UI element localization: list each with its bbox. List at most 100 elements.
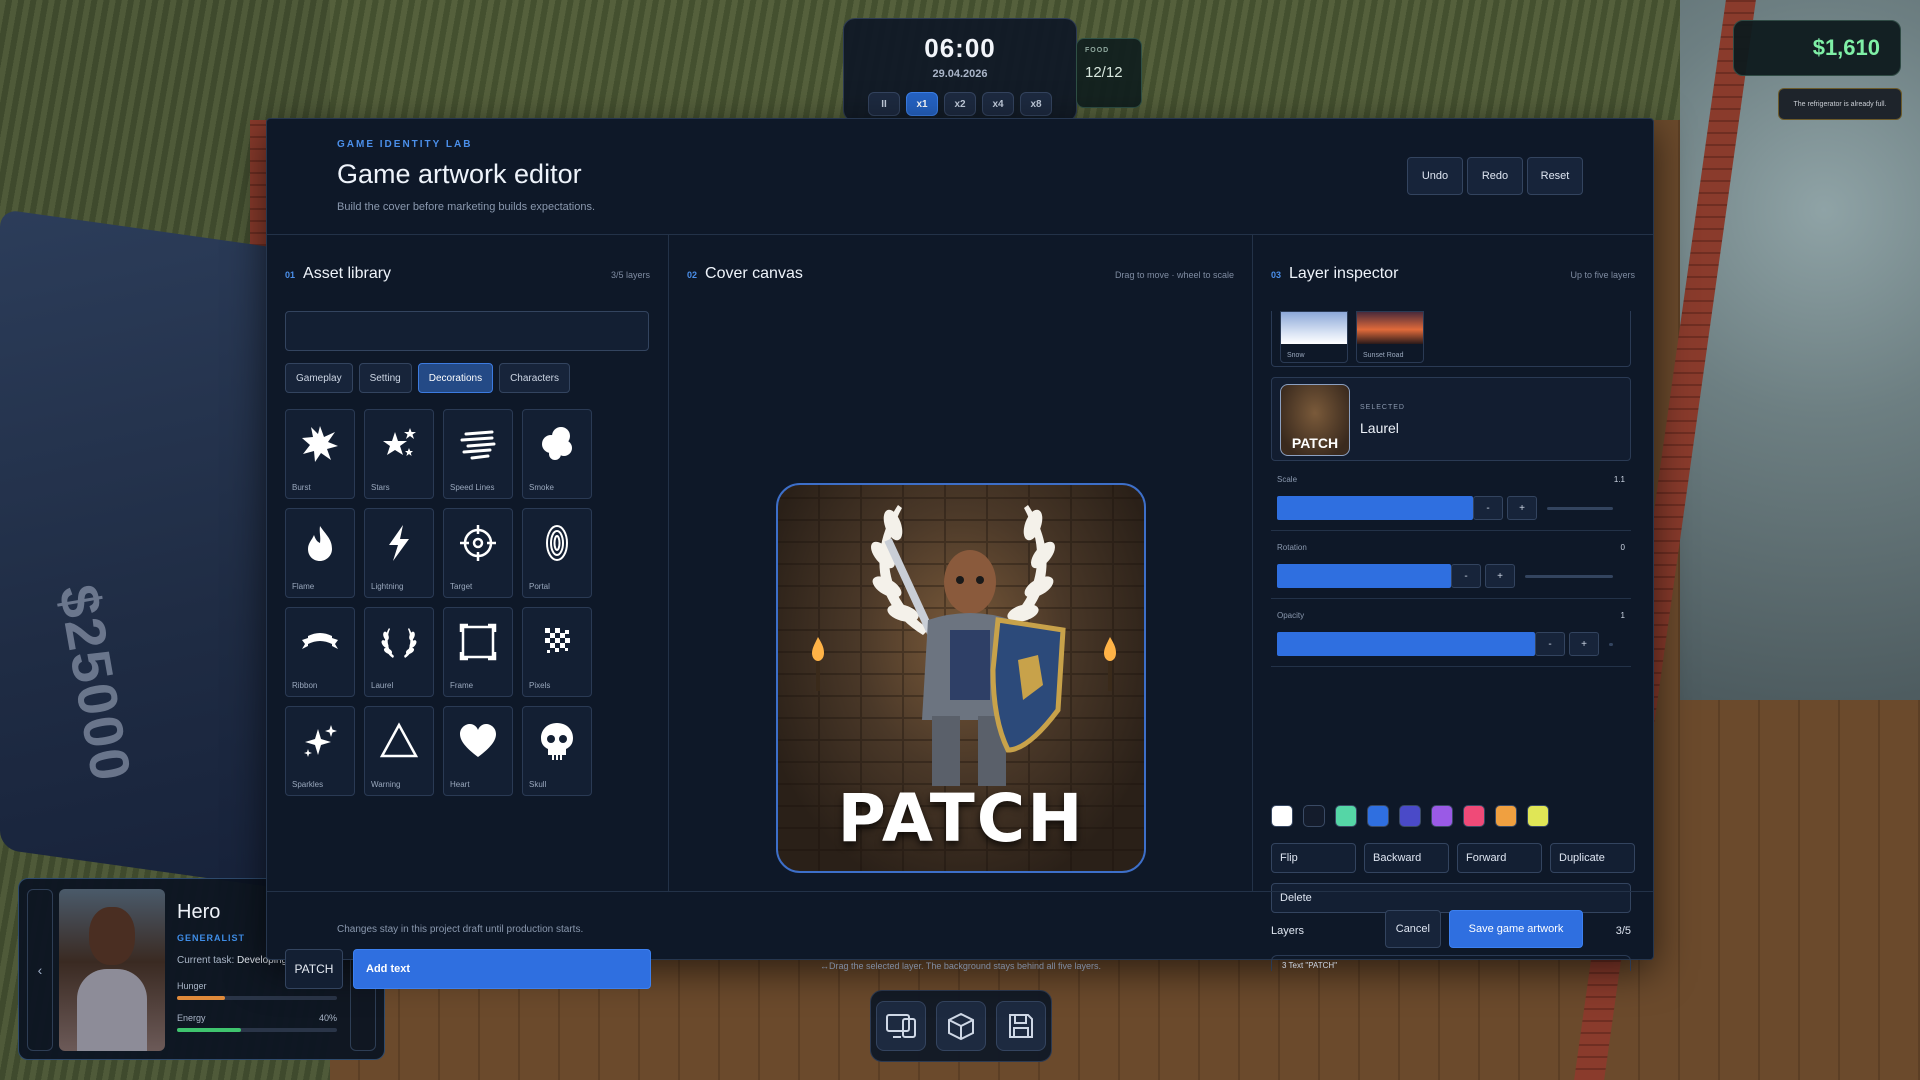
rotation-decrease-button[interactable]: - bbox=[1451, 564, 1481, 588]
asset-heart[interactable]: Heart bbox=[443, 706, 513, 796]
scale-slider[interactable] bbox=[1277, 496, 1473, 520]
panel-number: 03 bbox=[1271, 270, 1282, 280]
speed-x8-button[interactable]: x8 bbox=[1020, 92, 1052, 116]
torch-right-icon bbox=[1104, 637, 1116, 691]
money-value: $1,610 bbox=[1812, 35, 1880, 60]
duplicate-button[interactable]: Duplicate bbox=[1550, 843, 1635, 873]
color-swatch[interactable] bbox=[1399, 805, 1421, 827]
knight-character-icon[interactable] bbox=[858, 520, 1078, 810]
selected-layer-thumbnail: PATCH bbox=[1280, 384, 1350, 456]
stars-icon bbox=[383, 428, 416, 456]
undo-button[interactable]: Undo bbox=[1407, 157, 1463, 195]
cancel-button[interactable]: Cancel bbox=[1384, 910, 1441, 948]
asset-target[interactable]: Target bbox=[443, 508, 513, 598]
selected-label: SELECTED bbox=[1360, 404, 1405, 411]
cover-artwork[interactable]: PATCH bbox=[776, 483, 1146, 873]
laurel-icon bbox=[381, 628, 417, 658]
canvas-hint: Drag to move · wheel to scale bbox=[1114, 270, 1234, 280]
color-swatches bbox=[1271, 805, 1549, 827]
tab-setting[interactable]: Setting bbox=[358, 363, 412, 393]
opacity-increase-button[interactable]: + bbox=[1569, 632, 1599, 656]
asset-grid: Burst Stars Speed Lines Smoke Flame Ligh… bbox=[285, 409, 592, 796]
chevron-left-icon: ‹ bbox=[37, 962, 43, 978]
heart-icon bbox=[460, 724, 496, 757]
cover-canvas-panel: 02 Cover canvas Drag to move · wheel to … bbox=[669, 235, 1253, 971]
opacity-slider[interactable] bbox=[1277, 632, 1535, 656]
asset-smoke[interactable]: Smoke bbox=[522, 409, 592, 499]
cover-text-layer[interactable]: PATCH bbox=[778, 780, 1144, 857]
rotation-range[interactable] bbox=[1525, 575, 1613, 578]
color-swatch[interactable] bbox=[1335, 805, 1357, 827]
color-swatch[interactable] bbox=[1303, 805, 1325, 827]
color-swatch[interactable] bbox=[1495, 805, 1517, 827]
asset-library-panel: 01 Asset library 3/5 layers Gameplay Set… bbox=[267, 235, 669, 989]
rotation-slider[interactable] bbox=[1277, 564, 1451, 588]
scale-decrease-button[interactable]: - bbox=[1473, 496, 1503, 520]
bottom-toolbar bbox=[870, 990, 1052, 1062]
box-icon bbox=[948, 1012, 974, 1041]
food-panel: FOOD 12/12 bbox=[1076, 38, 1142, 108]
food-label: FOOD bbox=[1085, 47, 1110, 54]
package-button[interactable] bbox=[936, 1001, 986, 1051]
hero-prev-button[interactable]: ‹ bbox=[27, 889, 53, 1051]
tab-gameplay[interactable]: Gameplay bbox=[285, 363, 353, 393]
asset-flame[interactable]: Flame bbox=[285, 508, 355, 598]
category-tabs: Gameplay Setting Decorations Characters bbox=[285, 363, 570, 393]
asset-warning[interactable]: Warning bbox=[364, 706, 434, 796]
asset-burst[interactable]: Burst bbox=[285, 409, 355, 499]
background-sunset-road[interactable]: Sunset Road bbox=[1356, 311, 1424, 363]
layer-count-hint: 3/5 layers bbox=[610, 270, 650, 280]
rotation-increase-button[interactable]: + bbox=[1485, 564, 1515, 588]
asset-ribbon[interactable]: Ribbon bbox=[285, 607, 355, 697]
energy-bar-fill bbox=[177, 1028, 241, 1032]
floppy-disk-icon bbox=[1009, 1014, 1033, 1038]
scale-range[interactable] bbox=[1547, 507, 1613, 510]
color-swatch[interactable] bbox=[1367, 805, 1389, 827]
asset-frame[interactable]: Frame bbox=[443, 607, 513, 697]
background-snow[interactable]: Snow bbox=[1280, 311, 1348, 363]
speed-x2-button[interactable]: x2 bbox=[944, 92, 976, 116]
speed-x4-button[interactable]: x4 bbox=[982, 92, 1014, 116]
burst-icon bbox=[302, 426, 338, 462]
scale-increase-button[interactable]: + bbox=[1507, 496, 1537, 520]
footer-note: Changes stay in this project draft until… bbox=[337, 924, 584, 935]
panel-title: Asset library bbox=[303, 265, 392, 282]
save-game-button[interactable] bbox=[996, 1001, 1046, 1051]
opacity-control: Opacity 1 - + bbox=[1271, 611, 1631, 667]
background-list: Snow Sunset Road bbox=[1271, 311, 1631, 367]
speed-x1-button[interactable]: x1 bbox=[906, 92, 938, 116]
color-swatch[interactable] bbox=[1271, 805, 1293, 827]
asset-pixels[interactable]: Pixels bbox=[522, 607, 592, 697]
asset-lightning[interactable]: Lightning bbox=[364, 508, 434, 598]
flip-button[interactable]: Flip bbox=[1271, 843, 1356, 873]
asset-skull[interactable]: Skull bbox=[522, 706, 592, 796]
redo-button[interactable]: Redo bbox=[1467, 157, 1523, 195]
notification-toast: The refrigerator is already full. bbox=[1778, 88, 1902, 120]
color-swatch[interactable] bbox=[1527, 805, 1549, 827]
opacity-decrease-button[interactable]: - bbox=[1535, 632, 1565, 656]
inspector-hint: Up to five layers bbox=[1570, 270, 1635, 280]
tab-characters[interactable]: Characters bbox=[499, 363, 570, 393]
asset-stars[interactable]: Stars bbox=[364, 409, 434, 499]
hero-stat-energy: Energy 40% bbox=[177, 1013, 337, 1032]
opacity-range[interactable] bbox=[1609, 643, 1613, 646]
backward-button[interactable]: Backward bbox=[1364, 843, 1449, 873]
reset-button[interactable]: Reset bbox=[1527, 157, 1583, 195]
asset-sparkles[interactable]: Sparkles bbox=[285, 706, 355, 796]
smoke-icon bbox=[542, 427, 572, 460]
skull-icon bbox=[541, 723, 573, 760]
panel-title: Layer inspector bbox=[1289, 265, 1399, 282]
color-swatch[interactable] bbox=[1463, 805, 1485, 827]
portal-icon bbox=[546, 525, 568, 561]
forward-button[interactable]: Forward bbox=[1457, 843, 1542, 873]
asset-laurel[interactable]: Laurel bbox=[364, 607, 434, 697]
asset-speed-lines[interactable]: Speed Lines bbox=[443, 409, 513, 499]
speed-pause-button[interactable]: II bbox=[868, 92, 900, 116]
office-floor bbox=[0, 208, 300, 892]
save-artwork-button[interactable]: Save game artwork bbox=[1449, 910, 1583, 948]
tab-decorations[interactable]: Decorations bbox=[417, 363, 494, 393]
color-swatch[interactable] bbox=[1431, 805, 1453, 827]
asset-search-input[interactable] bbox=[285, 311, 649, 351]
asset-portal[interactable]: Portal bbox=[522, 508, 592, 598]
computer-button[interactable] bbox=[876, 1001, 926, 1051]
